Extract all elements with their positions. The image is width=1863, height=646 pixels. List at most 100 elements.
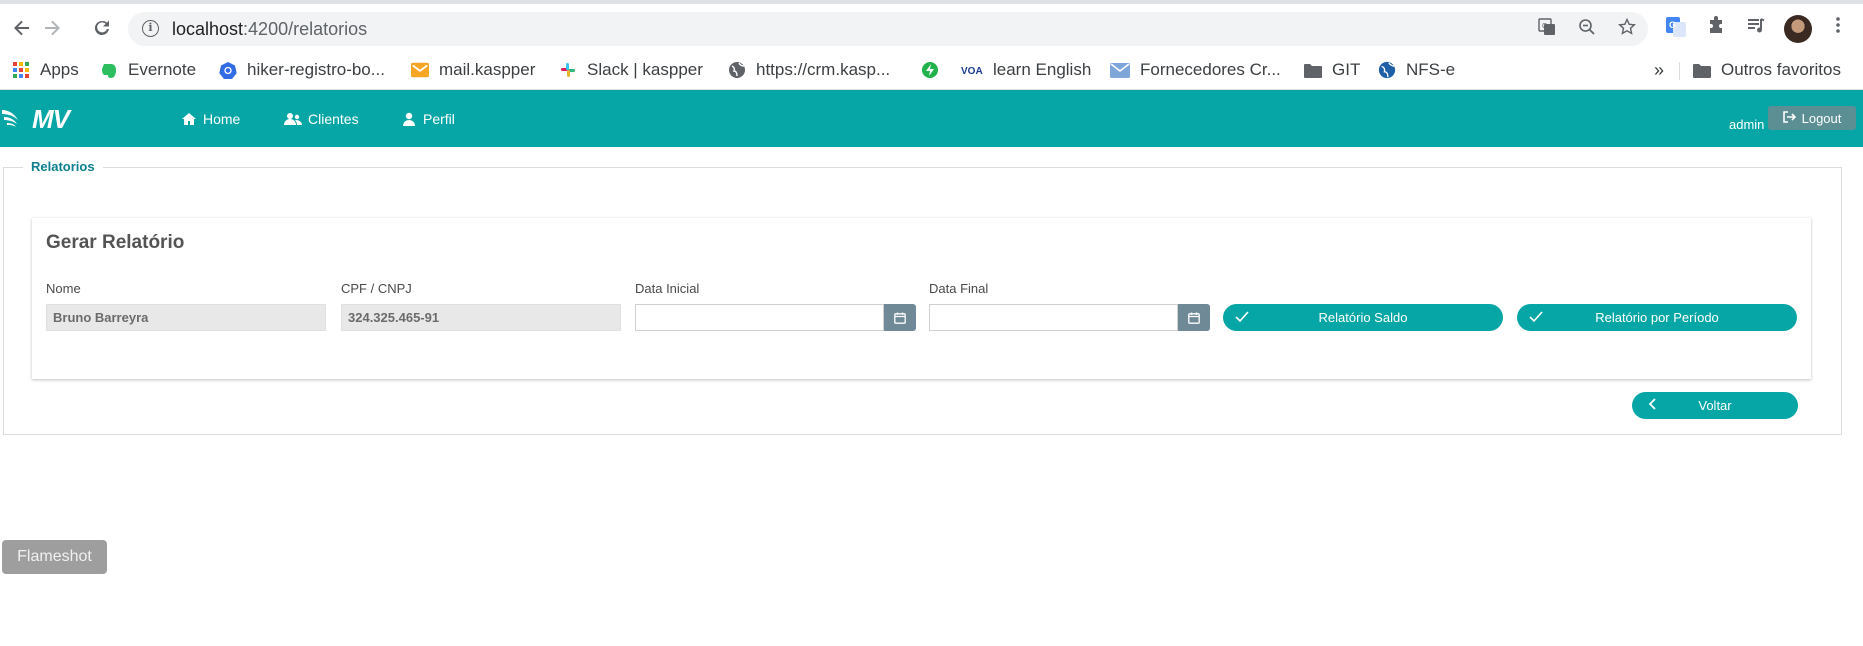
address-bar[interactable]: i localhost:4200/relatorios G xyxy=(128,12,1648,46)
bookmark-git[interactable]: GIT xyxy=(1304,56,1360,84)
button-label: Relatório por Período xyxy=(1595,310,1719,325)
bookmark-star-icon[interactable] xyxy=(1616,17,1638,40)
logout-button[interactable]: Logout xyxy=(1768,106,1856,130)
bookmark-label: Fornecedores Cr... xyxy=(1140,60,1281,79)
logo-text: MV xyxy=(32,104,70,134)
more-bookmarks-button[interactable]: » xyxy=(1654,56,1664,84)
app-logo[interactable]: MV xyxy=(2,104,70,135)
users-icon xyxy=(284,112,302,126)
bookmark-label: NFS-e xyxy=(1406,60,1456,79)
fieldset-legend: Relatorios xyxy=(23,159,103,174)
bookmark-other-favorites[interactable]: Outros favoritos xyxy=(1693,56,1841,84)
evernote-icon xyxy=(100,61,118,79)
svg-text:VOA: VOA xyxy=(961,66,983,76)
bookmarks-bar: Apps Evernote hiker-registro-bo... mail.… xyxy=(0,50,1863,90)
bookmark-label: Slack | kaspper xyxy=(587,60,703,79)
bookmark-label: learn English xyxy=(993,60,1092,79)
envelope-icon xyxy=(1110,61,1130,79)
url-text: localhost:4200/relatorios xyxy=(172,19,367,40)
bookmark-label: Outros favoritos xyxy=(1721,60,1841,79)
bookmark-label: https://crm.kasp... xyxy=(756,60,891,79)
gerar-relatorio-card: Gerar Relatório Nome Bruno Barreyra CPF … xyxy=(32,218,1811,379)
button-label: Voltar xyxy=(1698,398,1732,413)
flameshot-overlay-button[interactable]: Flameshot xyxy=(2,540,107,574)
nav-label: Perfil xyxy=(423,111,455,127)
reload-icon[interactable] xyxy=(90,16,114,40)
calendar-icon xyxy=(1188,312,1200,324)
check-icon xyxy=(1529,310,1543,326)
translate-icon[interactable]: G xyxy=(1536,18,1558,40)
site-info-icon[interactable]: i xyxy=(142,20,159,37)
bookmark-evernote[interactable]: Evernote xyxy=(100,56,196,84)
bookmark-apps[interactable]: Apps xyxy=(12,56,79,84)
bookmark-fornecedores[interactable]: Fornecedores Cr... xyxy=(1110,56,1281,84)
data-inicial-label: Data Inicial xyxy=(635,281,700,296)
card-title: Gerar Relatório xyxy=(46,232,185,253)
zoom-icon[interactable] xyxy=(1576,18,1598,40)
chrome-menu-icon[interactable] xyxy=(1826,16,1850,40)
bookmarks-divider xyxy=(1679,62,1680,80)
app-header: MV Home Clientes Perfil admin Logout xyxy=(0,90,1863,147)
bookmark-label: mail.kaspper xyxy=(439,60,536,79)
profile-avatar[interactable] xyxy=(1784,15,1812,43)
button-label: Relatório Saldo xyxy=(1318,310,1408,325)
voltar-button[interactable]: Voltar xyxy=(1632,392,1798,419)
chevron-left-icon xyxy=(1648,397,1656,414)
svg-text:G: G xyxy=(1542,23,1547,30)
bookmark-bolt[interactable] xyxy=(921,56,949,84)
bookmark-hiker[interactable]: hiker-registro-bo... xyxy=(219,56,385,84)
nav-home[interactable]: Home xyxy=(181,111,240,127)
globe-icon xyxy=(728,61,746,79)
data-final-label: Data Final xyxy=(929,281,989,296)
data-inicial-calendar-button[interactable] xyxy=(884,304,916,331)
google-translate-extension-icon[interactable]: G xyxy=(1664,16,1688,40)
bolt-icon xyxy=(921,61,939,79)
cpf-cnpj-field: 324.325.465-91 xyxy=(341,304,621,331)
slack-icon xyxy=(559,61,577,79)
folder-icon xyxy=(1304,61,1322,79)
user-icon xyxy=(401,112,417,126)
data-final-calendar-button[interactable] xyxy=(1178,304,1210,331)
bookmark-slack[interactable]: Slack | kaspper xyxy=(559,56,703,84)
cpf-label: CPF / CNPJ xyxy=(341,281,412,296)
mail-icon xyxy=(411,61,429,79)
back-arrow-icon[interactable] xyxy=(10,16,34,40)
relatorio-saldo-button[interactable]: Relatório Saldo xyxy=(1223,304,1503,331)
relatorio-periodo-button[interactable]: Relatório por Período xyxy=(1517,304,1797,331)
bookmark-learn-english[interactable]: VOA learn English xyxy=(961,56,1091,84)
forward-arrow-icon[interactable] xyxy=(40,16,64,40)
url-path: :4200/relatorios xyxy=(243,19,368,39)
nav-label: Home xyxy=(203,111,241,127)
nav-perfil[interactable]: Perfil xyxy=(401,111,455,127)
globe-blue-icon xyxy=(1378,61,1396,79)
bookmark-nfse[interactable]: NFS-e xyxy=(1378,56,1455,84)
bookmark-label: Apps xyxy=(40,60,79,79)
bookmark-label: Evernote xyxy=(128,60,197,79)
bookmark-label: GIT xyxy=(1332,60,1361,79)
bookmark-crm[interactable]: https://crm.kasp... xyxy=(728,56,890,84)
data-inicial-input[interactable] xyxy=(635,304,884,331)
url-host: localhost xyxy=(172,19,244,39)
media-queue-icon[interactable] xyxy=(1744,16,1768,40)
nav-clientes[interactable]: Clientes xyxy=(284,111,359,127)
logout-icon xyxy=(1782,110,1796,126)
nome-field: Bruno Barreyra xyxy=(46,304,326,331)
logo-wing-icon xyxy=(2,110,18,127)
svg-text:G: G xyxy=(1669,20,1676,30)
kubernetes-icon xyxy=(219,61,237,79)
apps-grid-icon xyxy=(12,61,30,79)
bookmark-mail[interactable]: mail.kaspper xyxy=(411,56,535,84)
browser-toolbar: i localhost:4200/relatorios G G xyxy=(0,0,1863,50)
folder-icon xyxy=(1693,61,1711,79)
home-icon xyxy=(181,112,197,126)
current-user-label: admin xyxy=(1729,117,1765,132)
nome-label: Nome xyxy=(46,281,81,296)
bookmark-label: hiker-registro-bo... xyxy=(247,60,385,79)
voa-icon: VOA xyxy=(961,61,983,79)
data-final-input[interactable] xyxy=(929,304,1178,331)
check-icon xyxy=(1235,310,1249,326)
extensions-puzzle-icon[interactable] xyxy=(1704,16,1728,40)
logout-label: Logout xyxy=(1801,110,1842,126)
calendar-icon xyxy=(894,312,906,324)
nav-label: Clientes xyxy=(308,111,359,127)
